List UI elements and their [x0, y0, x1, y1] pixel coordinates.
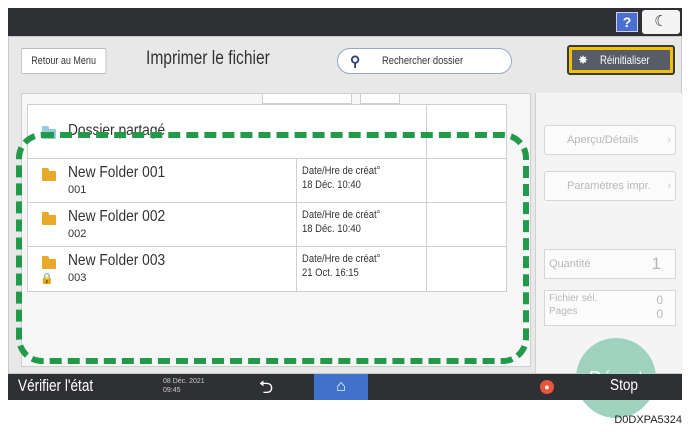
print-settings-button[interactable]: Paramètres impr. › — [544, 171, 676, 201]
home-icon: ⌂ — [336, 378, 346, 395]
back-to-menu-button[interactable]: Retour au Menu — [21, 48, 107, 74]
quantity-field[interactable]: Quantité 1 — [544, 249, 676, 279]
datetime: 08 Déc. 2021 09:45 — [163, 377, 205, 395]
main-screen: Retour au Menu Imprimer le fichier ⚲ Rec… — [8, 36, 683, 418]
highlight-frame — [16, 132, 529, 364]
check-status-button[interactable]: Vérifier l'état — [18, 376, 93, 396]
help-button[interactable]: ? — [616, 12, 638, 32]
pages-label: Pages — [549, 306, 578, 317]
chevron-right-icon: › — [667, 180, 671, 192]
print-settings-label: Paramètres impr. — [567, 180, 651, 192]
selection-info[interactable]: Fichier sél. Pages 0 0 — [544, 290, 676, 326]
bottom-bar: Vérifier l'état 08 Déc. 2021 09:45 ⮌ ⌂ ●… — [8, 374, 682, 400]
chevron-right-icon: › — [667, 134, 671, 146]
search-folder-label: Rechercher dossier — [382, 55, 464, 67]
list-tab — [262, 94, 352, 104]
file-selected-label: Fichier sél. — [549, 293, 598, 304]
top-bar: ? ☾ — [8, 8, 682, 36]
reset-label: Réinitialiser — [600, 53, 650, 67]
right-panel: Aperçu/Détails › Paramètres impr. › Quan… — [535, 93, 683, 418]
date-text: 08 Déc. 2021 — [163, 378, 205, 385]
preview-label: Aperçu/Détails — [567, 134, 639, 146]
back-arrow-icon: ⮌ — [258, 377, 274, 397]
quantity-label: Quantité — [549, 258, 591, 270]
file-selected-value: 0 — [656, 293, 663, 307]
stop-button[interactable]: Stop — [610, 377, 638, 395]
back-button[interactable]: ⮌ — [246, 374, 286, 400]
search-folder-button[interactable]: ⚲ Rechercher dossier — [337, 48, 512, 74]
stop-icon[interactable]: ● — [540, 380, 554, 394]
list-tab — [360, 94, 400, 104]
search-icon: ⚲ — [350, 53, 361, 69]
home-button[interactable]: ⌂ — [314, 374, 368, 400]
moon-icon: ☾ — [654, 13, 668, 30]
quantity-value: 1 — [651, 254, 661, 273]
time-text: 09:45 — [163, 387, 181, 394]
reset-icon: ✸ — [578, 53, 589, 67]
pages-value: 0 — [656, 307, 663, 321]
night-mode-button[interactable]: ☾ — [642, 10, 680, 34]
page-title: Imprimer le fichier — [146, 48, 270, 69]
figure-code: D0DXPA5324 — [614, 414, 682, 426]
reset-button[interactable]: ✸ Réinitialiser — [567, 45, 675, 75]
preview-details-button[interactable]: Aperçu/Détails › — [544, 125, 676, 155]
